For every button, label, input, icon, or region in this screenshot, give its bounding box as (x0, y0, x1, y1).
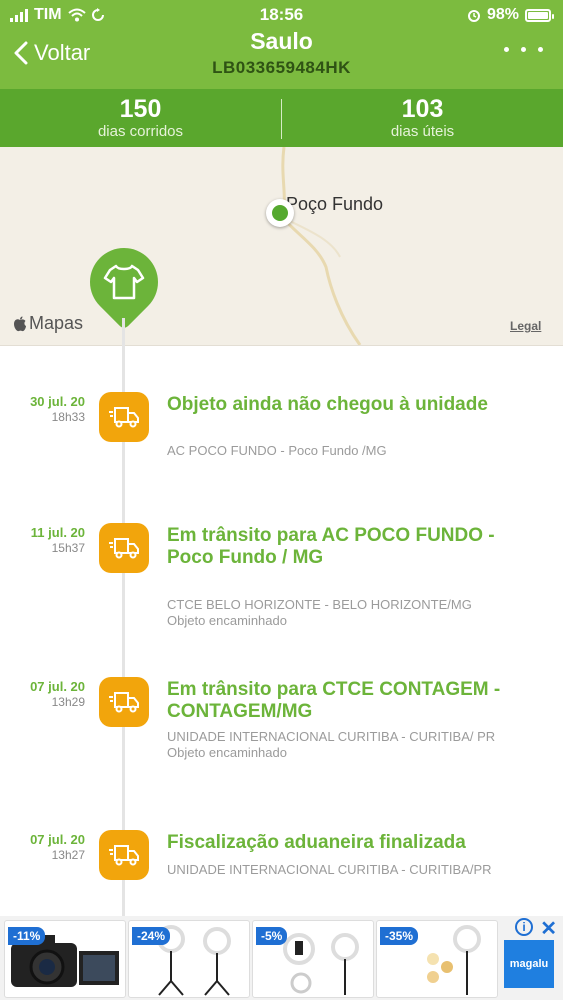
discount-badge: -35% (380, 927, 419, 945)
stat-value: 150 (119, 95, 162, 123)
location-pin-icon (266, 199, 294, 227)
header-bar: TIM 18:56 98% Voltar Saulo LB033659484HK (0, 0, 563, 89)
battery-percent: 98% (486, 6, 519, 23)
truck-icon (99, 830, 149, 880)
truck-icon (99, 523, 149, 573)
discount-badge: -11% (8, 927, 46, 945)
maps-logo: Mapas (13, 313, 83, 334)
event-time: 18h33 (51, 410, 85, 424)
event-title: Em trânsito para CTCE CONTAGEM - CONTAGE… (167, 679, 501, 722)
stat-calendar-days: 150 dias corridos (0, 95, 281, 141)
map-view[interactable]: Poço Fundo Mapas Legal (0, 147, 563, 346)
map-city-label: Poço Fundo (286, 194, 384, 214)
legal-link[interactable]: Legal (510, 319, 541, 333)
event-title: Objeto ainda não chegou à unidade (167, 394, 488, 415)
truck-icon (99, 677, 149, 727)
event-date: 07 jul. 20 (30, 679, 85, 694)
event-date: 30 jul. 20 (30, 394, 85, 409)
event-details: UNIDADE INTERNACIONAL CURITIBA - CURITIB… (167, 729, 496, 760)
stat-label: dias úteis (390, 123, 455, 140)
event-time: 15h37 (51, 541, 85, 555)
magalu-logo[interactable]: magalu (504, 940, 554, 988)
apple-icon (14, 316, 26, 331)
truck-icon (99, 392, 149, 442)
stat-label: dias corridos (97, 123, 184, 140)
more-options-button[interactable] (504, 47, 543, 52)
ad-product-ring-light[interactable]: -24% (128, 920, 250, 998)
shirt-icon (103, 264, 145, 300)
stat-value: 103 (401, 95, 444, 123)
event-title: Em trânsito para AC POCO FUNDO - Poco Fu… (167, 525, 495, 568)
status-bar: TIM 18:56 98% (0, 0, 563, 30)
page-title: Saulo (250, 28, 313, 54)
ad-info-icon[interactable]: i (515, 918, 533, 936)
ad-close-icon[interactable]: ✕ (540, 916, 557, 941)
event-details: AC POCO FUNDO - Poco Fundo /MG (167, 443, 387, 458)
ad-product-camera[interactable]: -11% (4, 920, 126, 998)
discount-badge: -24% (132, 927, 171, 945)
map-roads (280, 147, 362, 345)
event-time: 13h27 (51, 848, 85, 862)
battery-icon (525, 8, 554, 22)
tracking-code: LB033659484HK (212, 58, 351, 77)
alarm-icon (467, 10, 480, 22)
maps-brand: Mapas (29, 313, 84, 333)
event-details: UNIDADE INTERNACIONAL CURITIBA - CURITIB… (167, 862, 492, 877)
event-date: 11 jul. 20 (30, 525, 85, 540)
discount-badge: -5% (256, 927, 288, 945)
ad-banner[interactable]: -11% -24% -5% -35% i ✕ magalu (0, 916, 563, 1000)
stat-business-days: 103 dias úteis (282, 95, 563, 141)
ad-product-ring-light-tripod[interactable]: -35% (376, 920, 498, 998)
event-time: 13h29 (51, 695, 85, 709)
event-details: CTCE BELO HORIZONTE - BELO HORIZONTE/MG … (167, 597, 472, 628)
ad-product-ring-light-kit[interactable]: -5% (252, 920, 374, 998)
event-date: 07 jul. 20 (30, 832, 85, 847)
event-title: Fiscalização aduaneira finalizada (167, 832, 466, 853)
stats-bar: 150 dias corridos 103 dias úteis (0, 89, 563, 147)
